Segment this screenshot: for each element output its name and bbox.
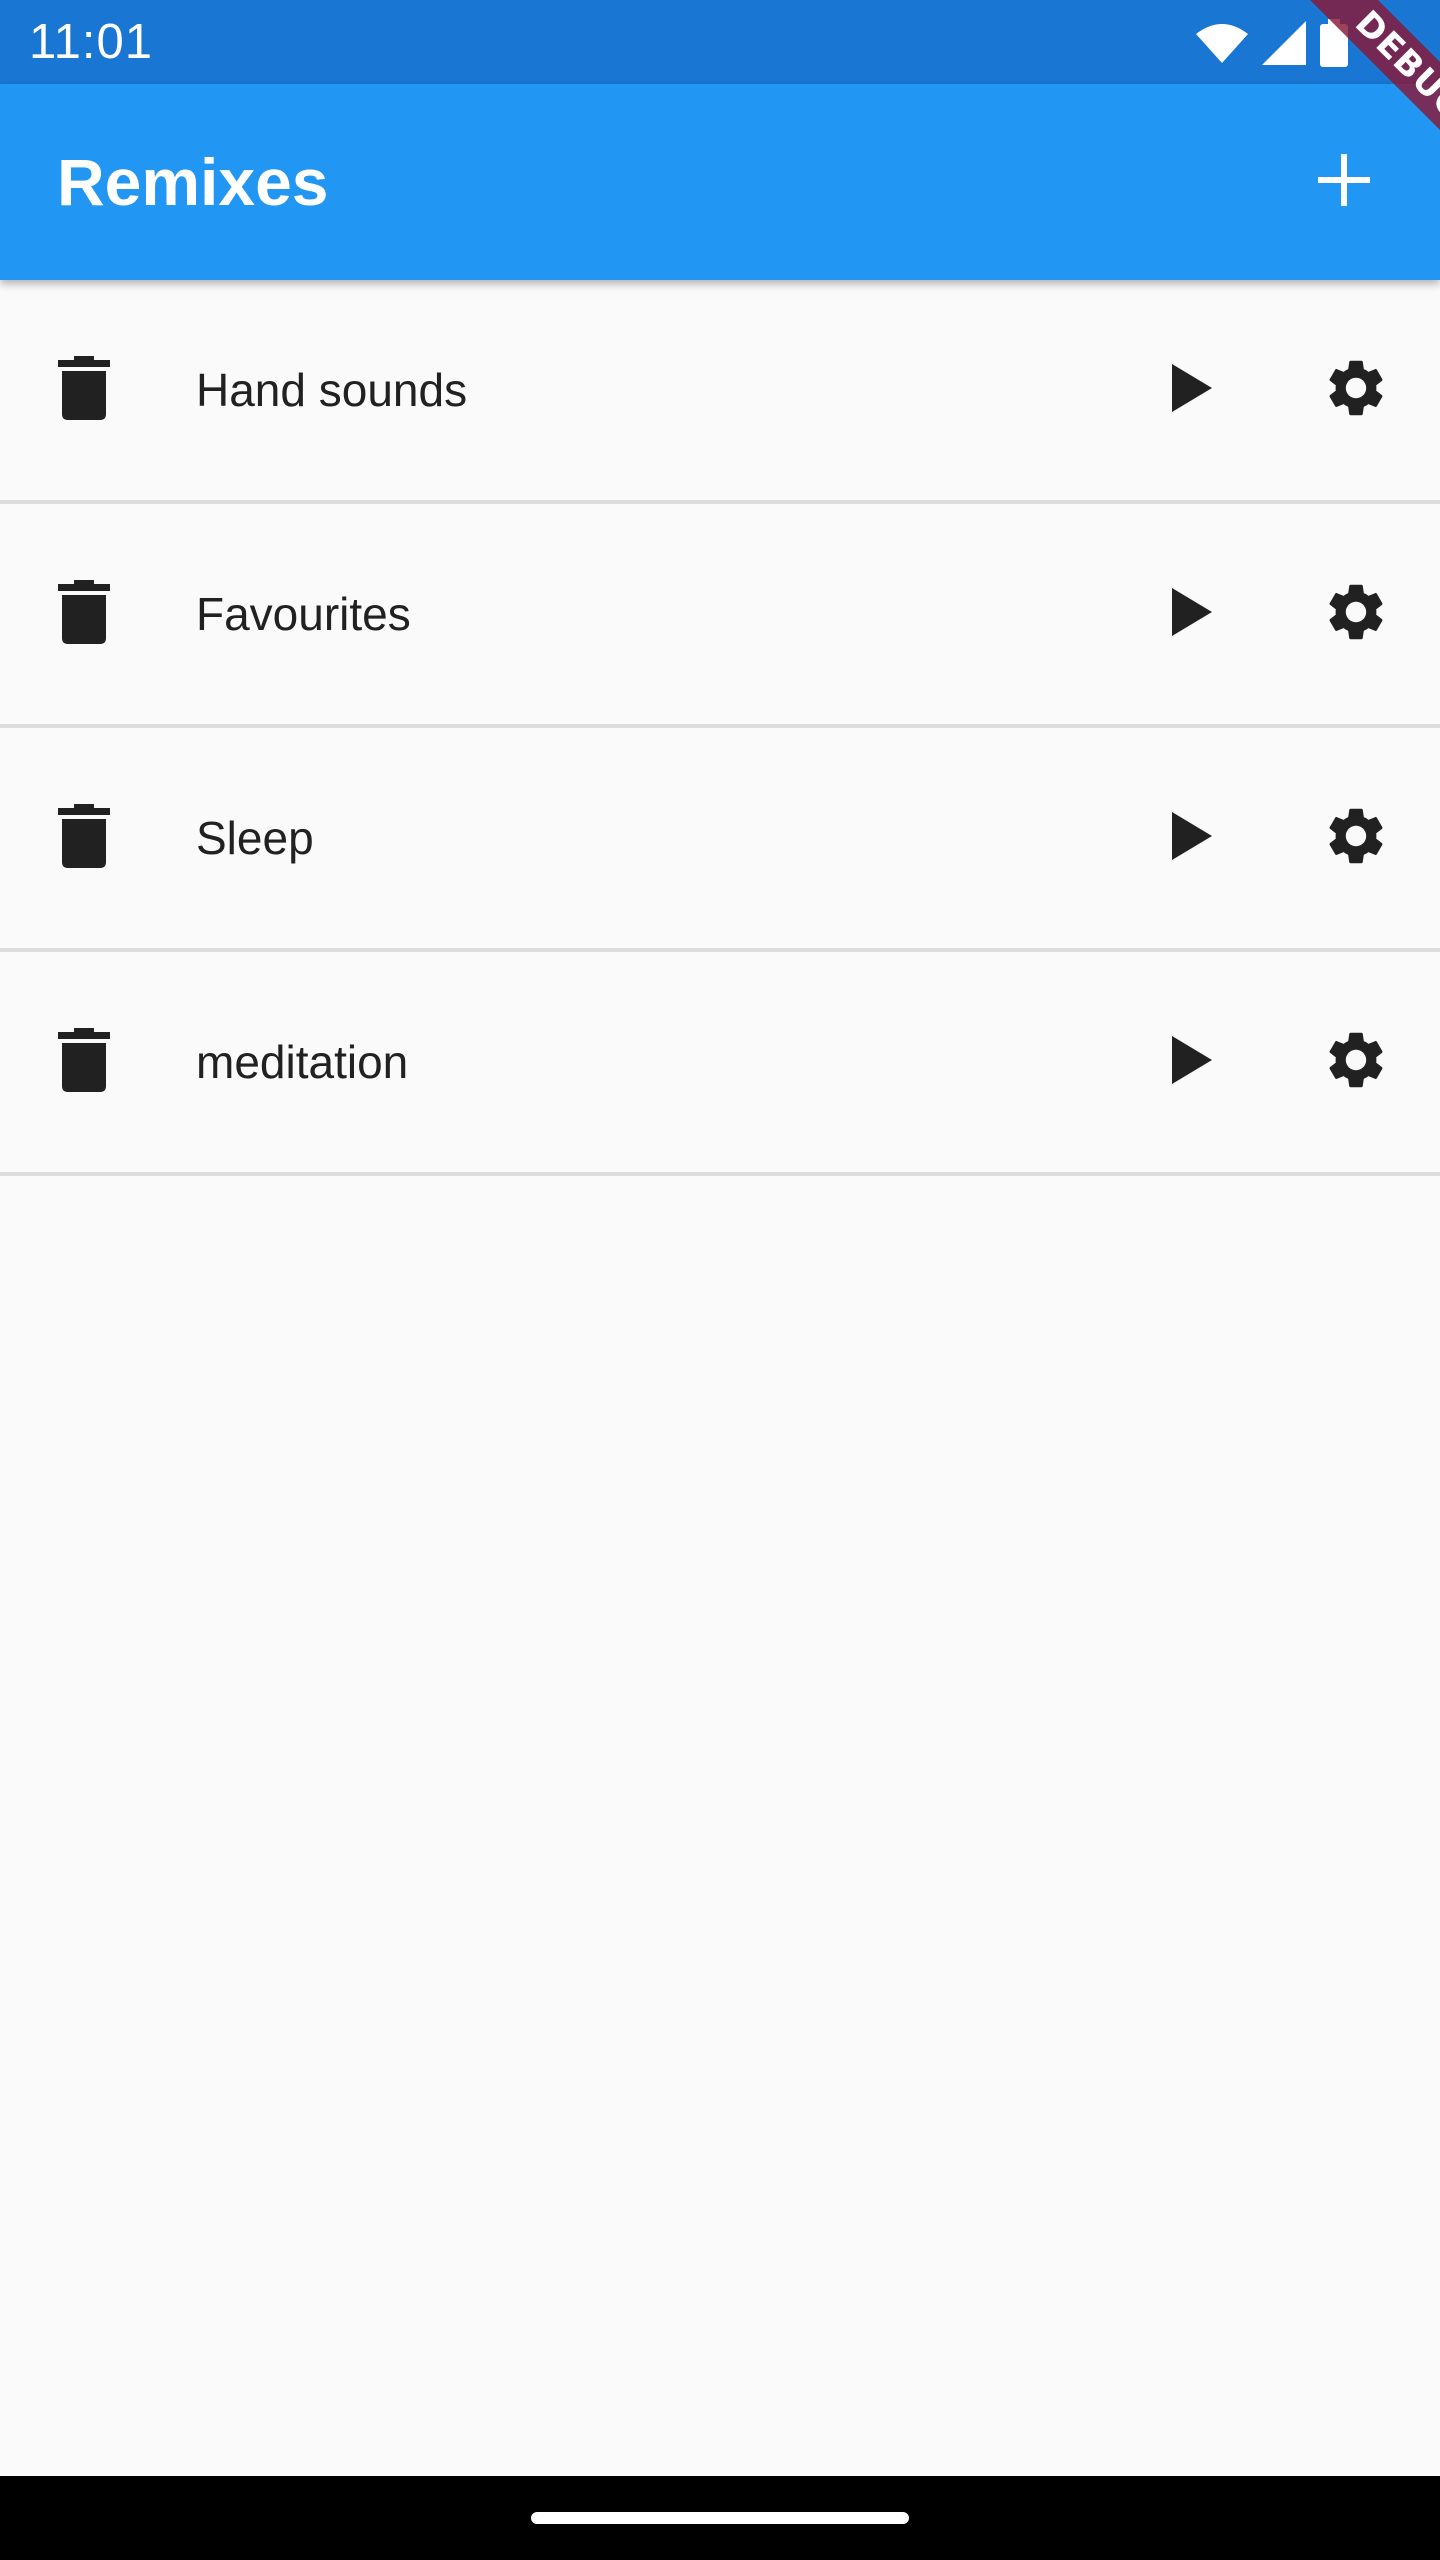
settings-button[interactable] <box>1300 558 1412 670</box>
wifi-icon <box>1196 23 1248 63</box>
status-icons <box>1196 18 1348 68</box>
add-remix-button[interactable] <box>1288 126 1400 238</box>
delete-button[interactable] <box>28 334 140 446</box>
gear-icon <box>1322 578 1390 651</box>
status-bar: 11:01 <box>0 0 1440 84</box>
play-button[interactable] <box>1136 558 1248 670</box>
play-icon <box>1172 811 1212 865</box>
battery-icon <box>1320 19 1348 67</box>
remix-list: Hand sounds Favourites Sleep meditation <box>0 280 1440 1176</box>
plus-icon <box>1316 152 1372 213</box>
app-bar: Remixes <box>0 84 1440 280</box>
play-icon <box>1172 587 1212 641</box>
home-indicator[interactable] <box>531 2512 909 2524</box>
settings-button[interactable] <box>1300 782 1412 894</box>
list-item: Hand sounds <box>0 280 1440 504</box>
gear-icon <box>1322 1026 1390 1099</box>
play-icon <box>1172 363 1212 417</box>
remix-name: meditation <box>196 1036 409 1088</box>
trash-icon <box>58 1027 110 1097</box>
play-icon <box>1172 1035 1212 1089</box>
list-item: meditation <box>0 952 1440 1176</box>
remix-name: Hand sounds <box>196 364 468 416</box>
trash-icon <box>58 579 110 649</box>
cell-signal-icon <box>1262 21 1306 65</box>
trash-icon <box>58 803 110 873</box>
trash-icon <box>58 355 110 425</box>
play-button[interactable] <box>1136 1006 1248 1118</box>
remix-name: Favourites <box>196 588 411 640</box>
play-button[interactable] <box>1136 334 1248 446</box>
delete-button[interactable] <box>28 782 140 894</box>
settings-button[interactable] <box>1300 1006 1412 1118</box>
list-item: Sleep <box>0 728 1440 952</box>
page-title: Remixes <box>57 145 329 219</box>
play-button[interactable] <box>1136 782 1248 894</box>
gear-icon <box>1322 802 1390 875</box>
settings-button[interactable] <box>1300 334 1412 446</box>
status-time: 11:01 <box>29 15 153 69</box>
remix-name: Sleep <box>196 812 314 864</box>
delete-button[interactable] <box>28 558 140 670</box>
gear-icon <box>1322 354 1390 427</box>
system-nav-bar <box>0 2476 1440 2560</box>
delete-button[interactable] <box>28 1006 140 1118</box>
list-item: Favourites <box>0 504 1440 728</box>
